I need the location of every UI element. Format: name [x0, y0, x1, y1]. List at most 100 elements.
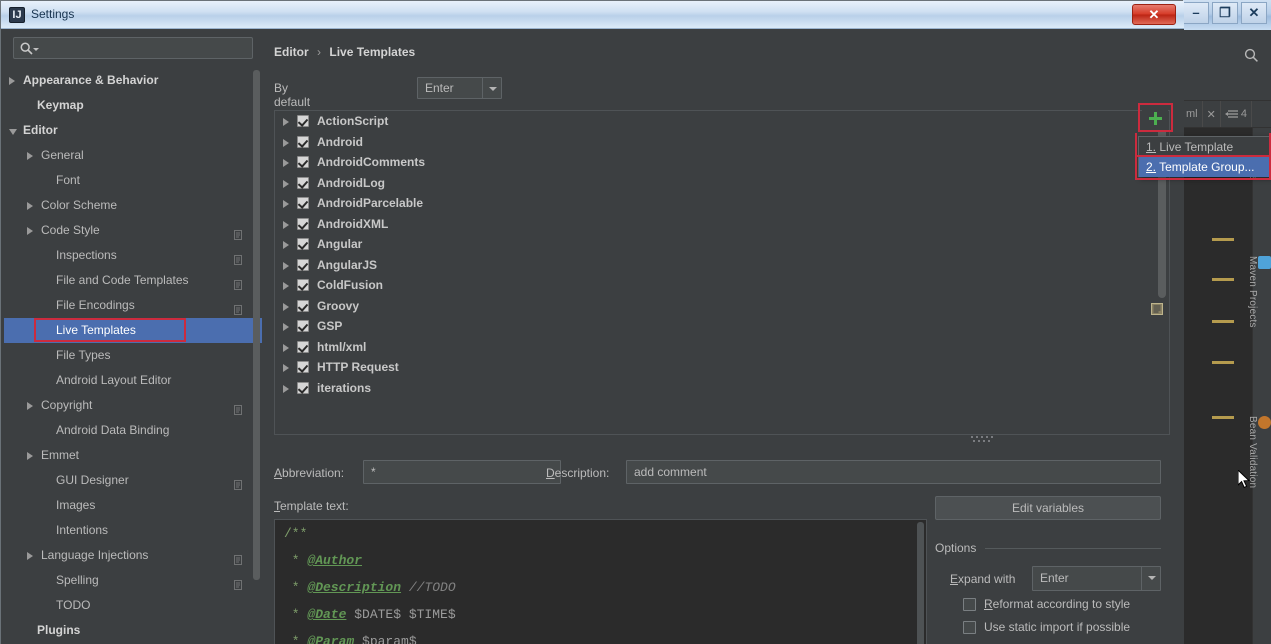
sidebar-item-images[interactable]: Images [4, 493, 262, 518]
chevron-right-icon[interactable] [283, 200, 289, 208]
copy-settings-icon[interactable] [234, 275, 244, 290]
chevron-down-icon[interactable] [482, 78, 501, 98]
chevron-right-icon[interactable] [27, 552, 33, 560]
sidebar-item-emmet[interactable]: Emmet [4, 443, 262, 468]
sidebar-item-spelling[interactable]: Spelling [4, 568, 262, 593]
template-group-row[interactable]: Android [275, 132, 1169, 153]
chevron-right-icon[interactable] [27, 452, 33, 460]
chevron-right-icon[interactable] [283, 241, 289, 249]
chevron-right-icon[interactable] [27, 402, 33, 410]
template-group-row[interactable]: Groovy [275, 296, 1169, 317]
code-scrollbar-thumb[interactable] [917, 522, 924, 644]
edit-variables-button[interactable]: Edit variables [935, 496, 1161, 520]
tool-window-bean-validation[interactable]: Bean Validation [1247, 416, 1271, 488]
sidebar-item-todo[interactable]: TODO [4, 593, 262, 618]
chevron-right-icon[interactable] [27, 227, 33, 235]
chevron-right-icon[interactable] [27, 202, 33, 210]
code-scrollbar[interactable] [917, 522, 924, 644]
copy-settings-icon[interactable] [234, 575, 244, 590]
chevron-right-icon[interactable] [283, 323, 289, 331]
template-group-checkbox[interactable] [297, 320, 309, 332]
template-group-checkbox[interactable] [297, 197, 309, 209]
template-group-row[interactable]: AngularJS [275, 255, 1169, 276]
sidebar-item-font[interactable]: Font [4, 168, 262, 193]
copy-settings-icon[interactable] [234, 550, 244, 565]
sidebar-item-intentions[interactable]: Intentions [4, 518, 262, 543]
expand-with-combo[interactable]: Enter [1032, 566, 1161, 591]
sidebar-item-plugins[interactable]: Plugins [4, 618, 262, 642]
template-group-checkbox[interactable] [297, 176, 309, 189]
template-group-row[interactable]: GSP [275, 316, 1169, 337]
chevron-right-icon[interactable] [283, 159, 289, 167]
sidebar-item-language-injections[interactable]: Language Injections [4, 543, 262, 568]
ide-error-stripe-marker[interactable] [1212, 278, 1234, 281]
ide-restore-button[interactable]: ❐ [1212, 2, 1238, 24]
chevron-right-icon[interactable] [283, 179, 289, 188]
template-group-row[interactable]: AndroidLog [275, 173, 1169, 194]
ide-error-stripe-marker[interactable] [1212, 361, 1234, 364]
chevron-down-icon[interactable] [9, 129, 17, 135]
settings-close-button[interactable]: ✕ [1132, 4, 1176, 25]
settings-search-input[interactable] [42, 40, 247, 57]
reformat-checkbox[interactable] [963, 598, 976, 611]
static-import-checkbox-label[interactable]: Use static import if possible [984, 620, 1130, 634]
sidebar-item-live-templates[interactable]: Live Templates [4, 318, 262, 343]
ide-editor-tabbar[interactable]: ml ✕ 4 [1182, 100, 1271, 128]
sidebar-item-keymap[interactable]: Keymap [4, 93, 262, 118]
close-icon[interactable]: ✕ [1203, 101, 1221, 127]
chevron-right-icon[interactable] [283, 138, 289, 147]
template-text-editor[interactable]: /** * @Author * @Description //TODO * @D… [274, 519, 927, 644]
template-group-checkbox[interactable] [297, 135, 309, 148]
chevron-right-icon[interactable] [283, 261, 289, 270]
ide-minimize-button[interactable]: – [1183, 2, 1209, 24]
sidebar-item-android-layout-editor[interactable]: Android Layout Editor [4, 368, 262, 393]
chevron-right-icon[interactable] [283, 302, 289, 311]
add-template-popup-menu[interactable]: 1. Live Template 2. Template Group... [1138, 136, 1271, 177]
template-group-checkbox[interactable] [297, 361, 309, 373]
breadcrumb-root[interactable]: Editor [274, 45, 309, 59]
template-groups-list[interactable]: ActionScript Android AndroidComments Androi… [274, 110, 1170, 435]
template-group-checkbox[interactable] [297, 340, 309, 353]
sidebar-item-color-scheme[interactable]: Color Scheme [4, 193, 262, 218]
static-import-checkbox[interactable] [963, 621, 976, 634]
ide-error-stripe-marker[interactable] [1212, 238, 1234, 241]
panel-splitter[interactable] [971, 436, 997, 442]
sidebar-item-file-and-code-templates[interactable]: File and Code Templates [4, 268, 262, 293]
chevron-right-icon[interactable] [283, 343, 289, 352]
template-group-checkbox[interactable] [297, 217, 309, 230]
sidebar-scrollbar-thumb[interactable] [253, 70, 260, 580]
popup-menu-item-2[interactable]: 2. Template Group... [1139, 157, 1270, 177]
popup-menu-item-1[interactable]: 1. Live Template [1139, 137, 1270, 157]
sidebar-item-editor[interactable]: Editor [4, 118, 262, 143]
ide-editor-area[interactable] [1182, 128, 1252, 644]
template-group-checkbox[interactable] [297, 115, 309, 127]
copy-settings-icon[interactable] [234, 225, 244, 240]
settings-category-tree[interactable]: Appearance & Behavior Keymap Editor General… [4, 68, 262, 642]
ide-tab-label[interactable]: ml [1182, 101, 1203, 127]
ide-search-everywhere[interactable] [1182, 42, 1271, 72]
template-group-checkbox[interactable] [297, 238, 309, 250]
settings-search-box[interactable] [13, 37, 253, 59]
sidebar-scrollbar[interactable] [253, 70, 260, 600]
template-group-row[interactable]: ColdFusion [275, 275, 1169, 296]
default-expand-combo[interactable]: Enter [417, 77, 502, 99]
sidebar-item-copyright[interactable]: Copyright [4, 393, 262, 418]
template-group-row[interactable]: html/xml [275, 337, 1169, 358]
sidebar-item-android-data-binding[interactable]: Android Data Binding [4, 418, 262, 443]
template-group-row[interactable]: AndroidParcelable [275, 193, 1169, 214]
chevron-right-icon[interactable] [283, 118, 289, 126]
chevron-right-icon[interactable] [9, 77, 15, 85]
copy-settings-icon[interactable] [234, 250, 244, 265]
chevron-right-icon[interactable] [283, 220, 289, 229]
chevron-right-icon[interactable] [283, 384, 289, 393]
template-group-checkbox[interactable] [297, 299, 309, 312]
copy-settings-icon[interactable] [234, 475, 244, 490]
copy-settings-icon[interactable] [234, 400, 244, 415]
abbreviation-field[interactable]: * [363, 460, 561, 484]
sidebar-item-appearance-behavior[interactable]: Appearance & Behavior [4, 68, 262, 93]
ide-close-button[interactable]: ✕ [1241, 2, 1267, 24]
template-group-row[interactable]: ActionScript [275, 111, 1169, 132]
sidebar-item-inspections[interactable]: Inspections [4, 243, 262, 268]
sidebar-item-gui-designer[interactable]: GUI Designer [4, 468, 262, 493]
template-group-row[interactable]: iterations [275, 378, 1169, 399]
